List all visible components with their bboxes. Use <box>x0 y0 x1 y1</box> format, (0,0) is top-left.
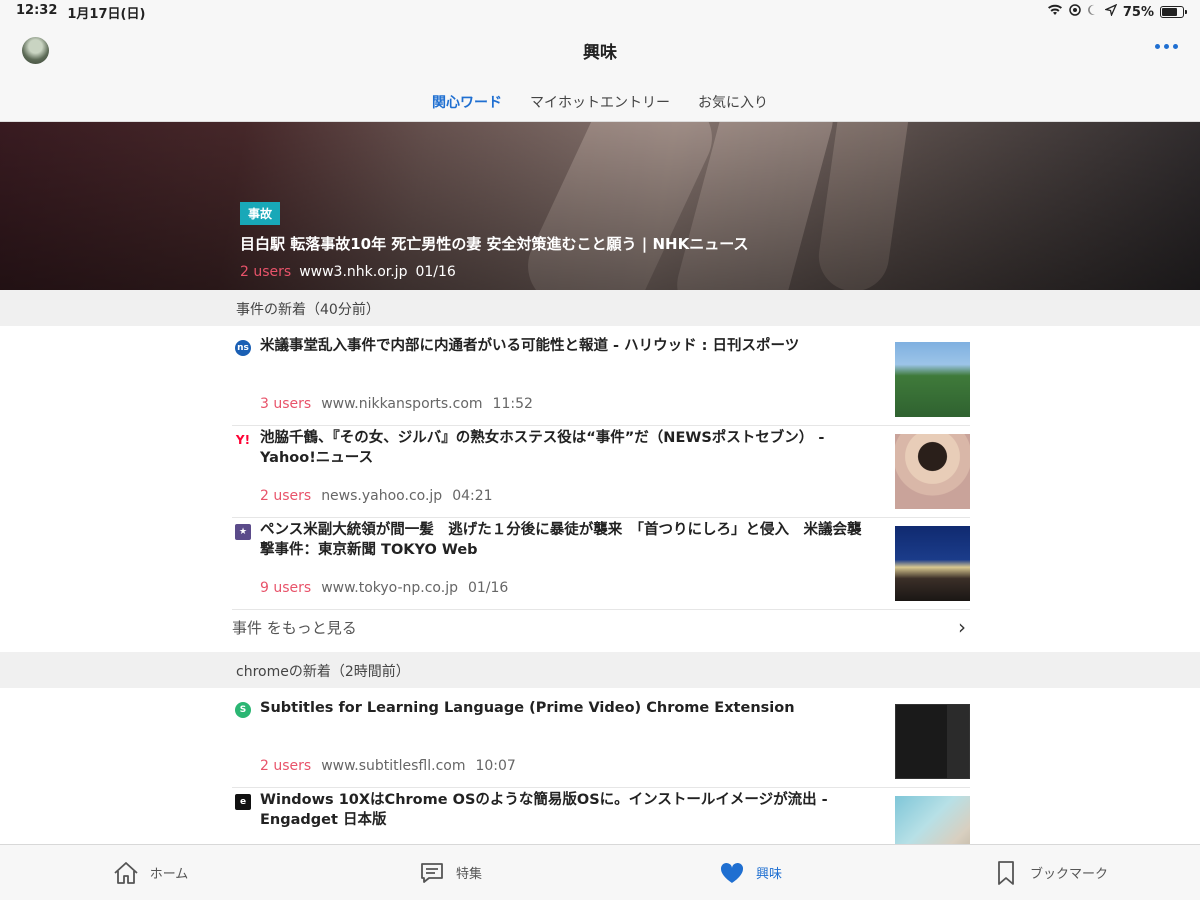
article-thumbnail <box>895 526 970 601</box>
section-header: chromeの新着（2時間前） <box>0 652 1200 688</box>
article-users[interactable]: 2 users <box>260 488 311 504</box>
tabbar-interests[interactable]: 興味 <box>600 845 900 900</box>
article-thumbnail <box>895 434 970 509</box>
tab-favorites[interactable]: お気に入り <box>689 84 777 127</box>
article-title[interactable]: Subtitles for Learning Language (Prime V… <box>260 698 870 718</box>
chevron-right-icon: › <box>958 615 966 639</box>
more-dot-icon <box>1155 44 1160 49</box>
article-meta: 2 users news.yahoo.co.jp 04:21 <box>260 488 493 504</box>
article-title[interactable]: Windows 10XはChrome OSのような簡易版OSに。インストールイメ… <box>260 790 870 830</box>
status-time: 12:32 <box>16 2 58 18</box>
tab-my-hot-entry[interactable]: マイホットエントリー <box>521 84 679 127</box>
hero-date: 01/16 <box>415 264 456 280</box>
chat-icon <box>421 862 443 883</box>
more-options-button[interactable] <box>1155 44 1178 49</box>
list-item[interactable]: ★ ペンス米副大統領が間一髪 逃げた１分後に暴徒が襲来 「首つりにしろ」と侵入 … <box>232 518 970 610</box>
moon-icon <box>1087 4 1099 20</box>
tokyo-np-icon: ★ <box>235 524 251 540</box>
article-domain: www.subtitlesfll.com <box>321 758 466 774</box>
article-meta: 3 users www.nikkansports.com 11:52 <box>260 396 533 412</box>
tabbar-label: ブックマーク <box>1029 867 1108 882</box>
more-dot-icon <box>1164 44 1169 49</box>
article-time: 11:52 <box>492 396 533 412</box>
hero-domain: www3.nhk.or.jp <box>299 264 408 280</box>
list-item[interactable]: e Windows 10XはChrome OSのような簡易版OSに。インストール… <box>232 788 970 848</box>
article-title[interactable]: 米議事堂乱入事件で内部に内通者がいる可能性と報道 - ハリウッド : 日刊スポー… <box>260 336 870 356</box>
status-bar: 12:32 1月17日(日) 75% <box>0 0 1200 24</box>
status-date: 1月17日(日) <box>67 6 146 22</box>
article-users[interactable]: 3 users <box>260 396 311 412</box>
article-domain: www.nikkansports.com <box>321 396 483 412</box>
article-domain: news.yahoo.co.jp <box>321 488 443 504</box>
article-thumbnail <box>895 342 970 417</box>
tabbar-features[interactable]: 特集 <box>300 845 600 900</box>
yahoo-icon: Y! <box>235 433 251 447</box>
section-header: 事件の新着（40分前） <box>0 290 1200 326</box>
location-icon <box>1069 4 1081 20</box>
article-title[interactable]: 池脇千鶴、『その女、ジルバ』の熟女ホステス役は“事件”だ（NEWSポストセブン）… <box>260 428 870 468</box>
tabbar-home[interactable]: ホーム <box>0 845 300 900</box>
article-title[interactable]: ペンス米副大統領が間一髪 逃げた１分後に暴徒が襲来 「首つりにしろ」と侵入 米議… <box>260 520 870 560</box>
tabbar-label: 興味 <box>755 867 782 882</box>
article-thumbnail <box>895 796 970 848</box>
article-time: 10:07 <box>475 758 516 774</box>
tab-keywords[interactable]: 関心ワード <box>423 84 511 127</box>
navigation-arrow-icon <box>1103 3 1118 20</box>
article-users[interactable]: 9 users <box>260 580 311 596</box>
show-more-link[interactable]: 事件 をもっと見る › <box>232 602 970 652</box>
article-time: 04:21 <box>452 488 493 504</box>
list-item[interactable]: Y! 池脇千鶴、『その女、ジルバ』の熟女ホステス役は“事件”だ（NEWSポストセ… <box>232 426 970 518</box>
bookmark-icon <box>998 860 1014 885</box>
hero-content: 事故 目白駅 転落事故10年 死亡男性の妻 安全対策進むこと願う | NHKニュ… <box>240 202 748 280</box>
list-item[interactable]: S Subtitles for Learning Language (Prime… <box>232 696 970 788</box>
article-thumbnail <box>895 704 970 779</box>
hero-title[interactable]: 目白駅 転落事故10年 死亡男性の妻 安全対策進むこと願う | NHKニュース <box>240 233 748 254</box>
subtitles-icon: S <box>235 702 251 718</box>
hero-article[interactable]: 事故 目白駅 転落事故10年 死亡男性の妻 安全対策進むこと願う | NHKニュ… <box>0 122 1200 290</box>
heart-icon <box>720 862 744 883</box>
article-users[interactable]: 2 users <box>260 758 311 774</box>
list-item[interactable]: ns 米議事堂乱入事件で内部に内通者がいる可能性と報道 - ハリウッド : 日刊… <box>232 334 970 426</box>
more-dot-icon <box>1173 44 1178 49</box>
category-badge[interactable]: 事故 <box>240 202 281 225</box>
engadget-icon: e <box>235 794 251 810</box>
tabbar-bookmarks[interactable]: ブックマーク <box>900 845 1200 900</box>
nikkansports-icon: ns <box>235 340 251 356</box>
tabbar-label: ホーム <box>149 867 189 882</box>
tabbar-label: 特集 <box>455 867 482 882</box>
hero-users[interactable]: 2 users <box>240 264 291 280</box>
segment-tabs: 関心ワード マイホットエントリー お気に入り <box>0 84 1200 127</box>
app-header: 興味 関心ワード マイホットエントリー お気に入り <box>0 24 1200 127</box>
battery-percent: 75% <box>1122 4 1154 20</box>
page-title: 興味 <box>583 43 617 63</box>
bottom-tab-bar: ホーム 特集 興味 ブックマーク <box>0 844 1200 900</box>
article-meta: 9 users www.tokyo-np.co.jp 01/16 <box>260 580 508 596</box>
home-icon <box>114 861 138 884</box>
hero-meta: 2 users www3.nhk.or.jp 01/16 <box>240 264 748 280</box>
battery-icon <box>1160 6 1187 18</box>
article-domain: www.tokyo-np.co.jp <box>321 580 458 596</box>
article-meta: 2 users www.subtitlesfll.com 10:07 <box>260 758 516 774</box>
wifi-icon <box>1047 4 1063 20</box>
article-time: 01/16 <box>467 580 509 596</box>
show-more-label: 事件 をもっと見る <box>232 618 357 637</box>
